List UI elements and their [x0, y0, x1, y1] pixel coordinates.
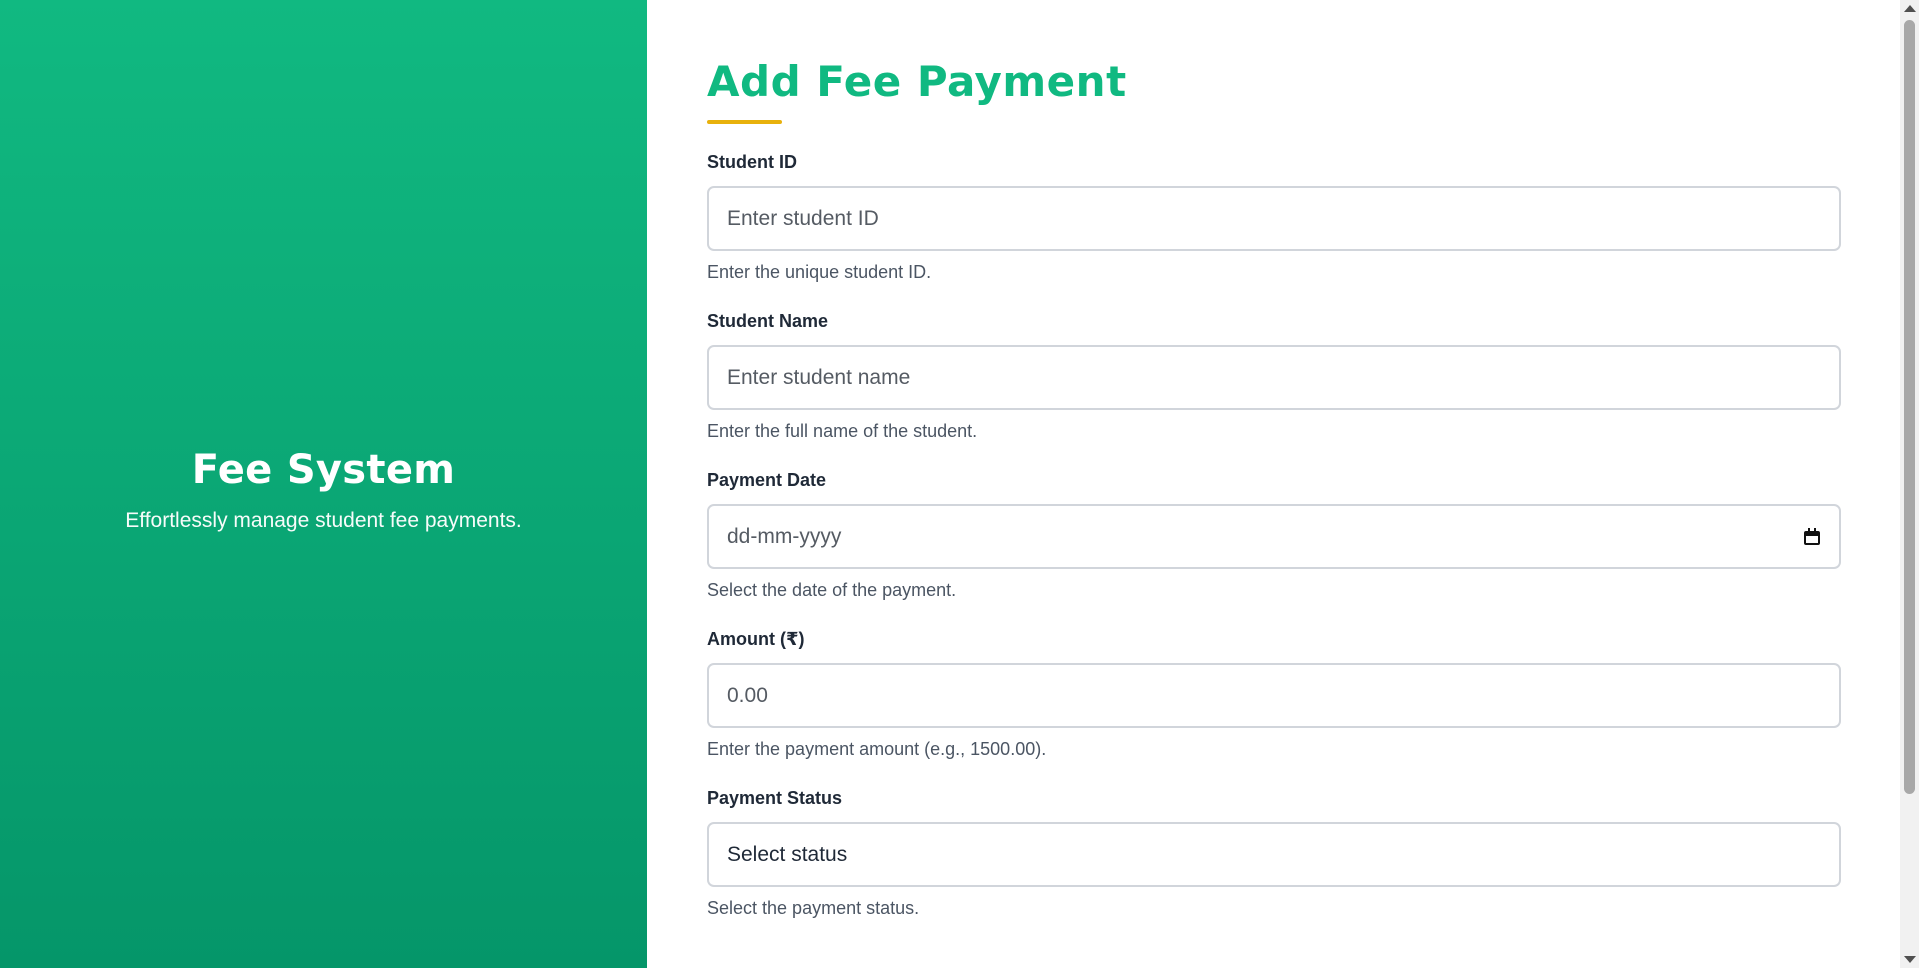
payment-status-field: Payment Status Select status Select the …	[707, 787, 1900, 919]
payment-date-label: Payment Date	[707, 470, 827, 490]
student-id-input[interactable]	[727, 206, 1821, 231]
student-name-field: Student Name Enter the full name of the …	[707, 310, 1900, 442]
payment-status-label: Payment Status	[707, 788, 843, 808]
payment-status-helper: Select the payment status.	[707, 898, 920, 918]
form-panel: Add Fee Payment Student ID Enter the uni…	[647, 0, 1900, 968]
student-id-box	[707, 186, 1841, 251]
brand-tagline: Effortlessly manage student fee payments…	[125, 509, 522, 532]
payment-status-value: Select status	[727, 842, 848, 866]
payment-date-helper: Select the date of the payment.	[707, 580, 957, 600]
amount-field: Amount (₹) Enter the payment amount (e.g…	[707, 628, 1900, 760]
payment-date-input[interactable]	[727, 524, 1804, 549]
student-name-box	[707, 345, 1841, 410]
amount-label: Amount (₹)	[707, 629, 805, 649]
payment-status-select[interactable]: Select status	[707, 822, 1841, 887]
title-underline	[707, 120, 782, 124]
amount-helper: Enter the payment amount (e.g., 1500.00)…	[707, 739, 1047, 759]
brand-title: Fee System	[191, 447, 456, 493]
student-id-field: Student ID Enter the unique student ID.	[707, 151, 1900, 283]
scrollbar-thumb[interactable]	[1904, 20, 1915, 794]
student-name-input[interactable]	[727, 365, 1821, 390]
payment-date-box	[707, 504, 1841, 569]
student-name-helper: Enter the full name of the student.	[707, 421, 978, 441]
student-id-helper: Enter the unique student ID.	[707, 262, 932, 282]
student-id-label: Student ID	[707, 152, 797, 172]
student-name-label: Student Name	[707, 311, 829, 331]
page-title: Add Fee Payment	[707, 57, 1127, 106]
scroll-up-icon[interactable]	[1904, 5, 1916, 12]
page-scrollbar[interactable]	[1900, 0, 1919, 968]
brand-panel: Fee System Effortlessly manage student f…	[0, 0, 647, 968]
amount-input[interactable]	[727, 683, 1821, 708]
payment-date-field: Payment Date Select the date of the paym…	[707, 469, 1900, 601]
amount-box	[707, 663, 1841, 728]
scroll-down-icon[interactable]	[1904, 956, 1916, 963]
calendar-icon[interactable]	[1803, 527, 1821, 546]
